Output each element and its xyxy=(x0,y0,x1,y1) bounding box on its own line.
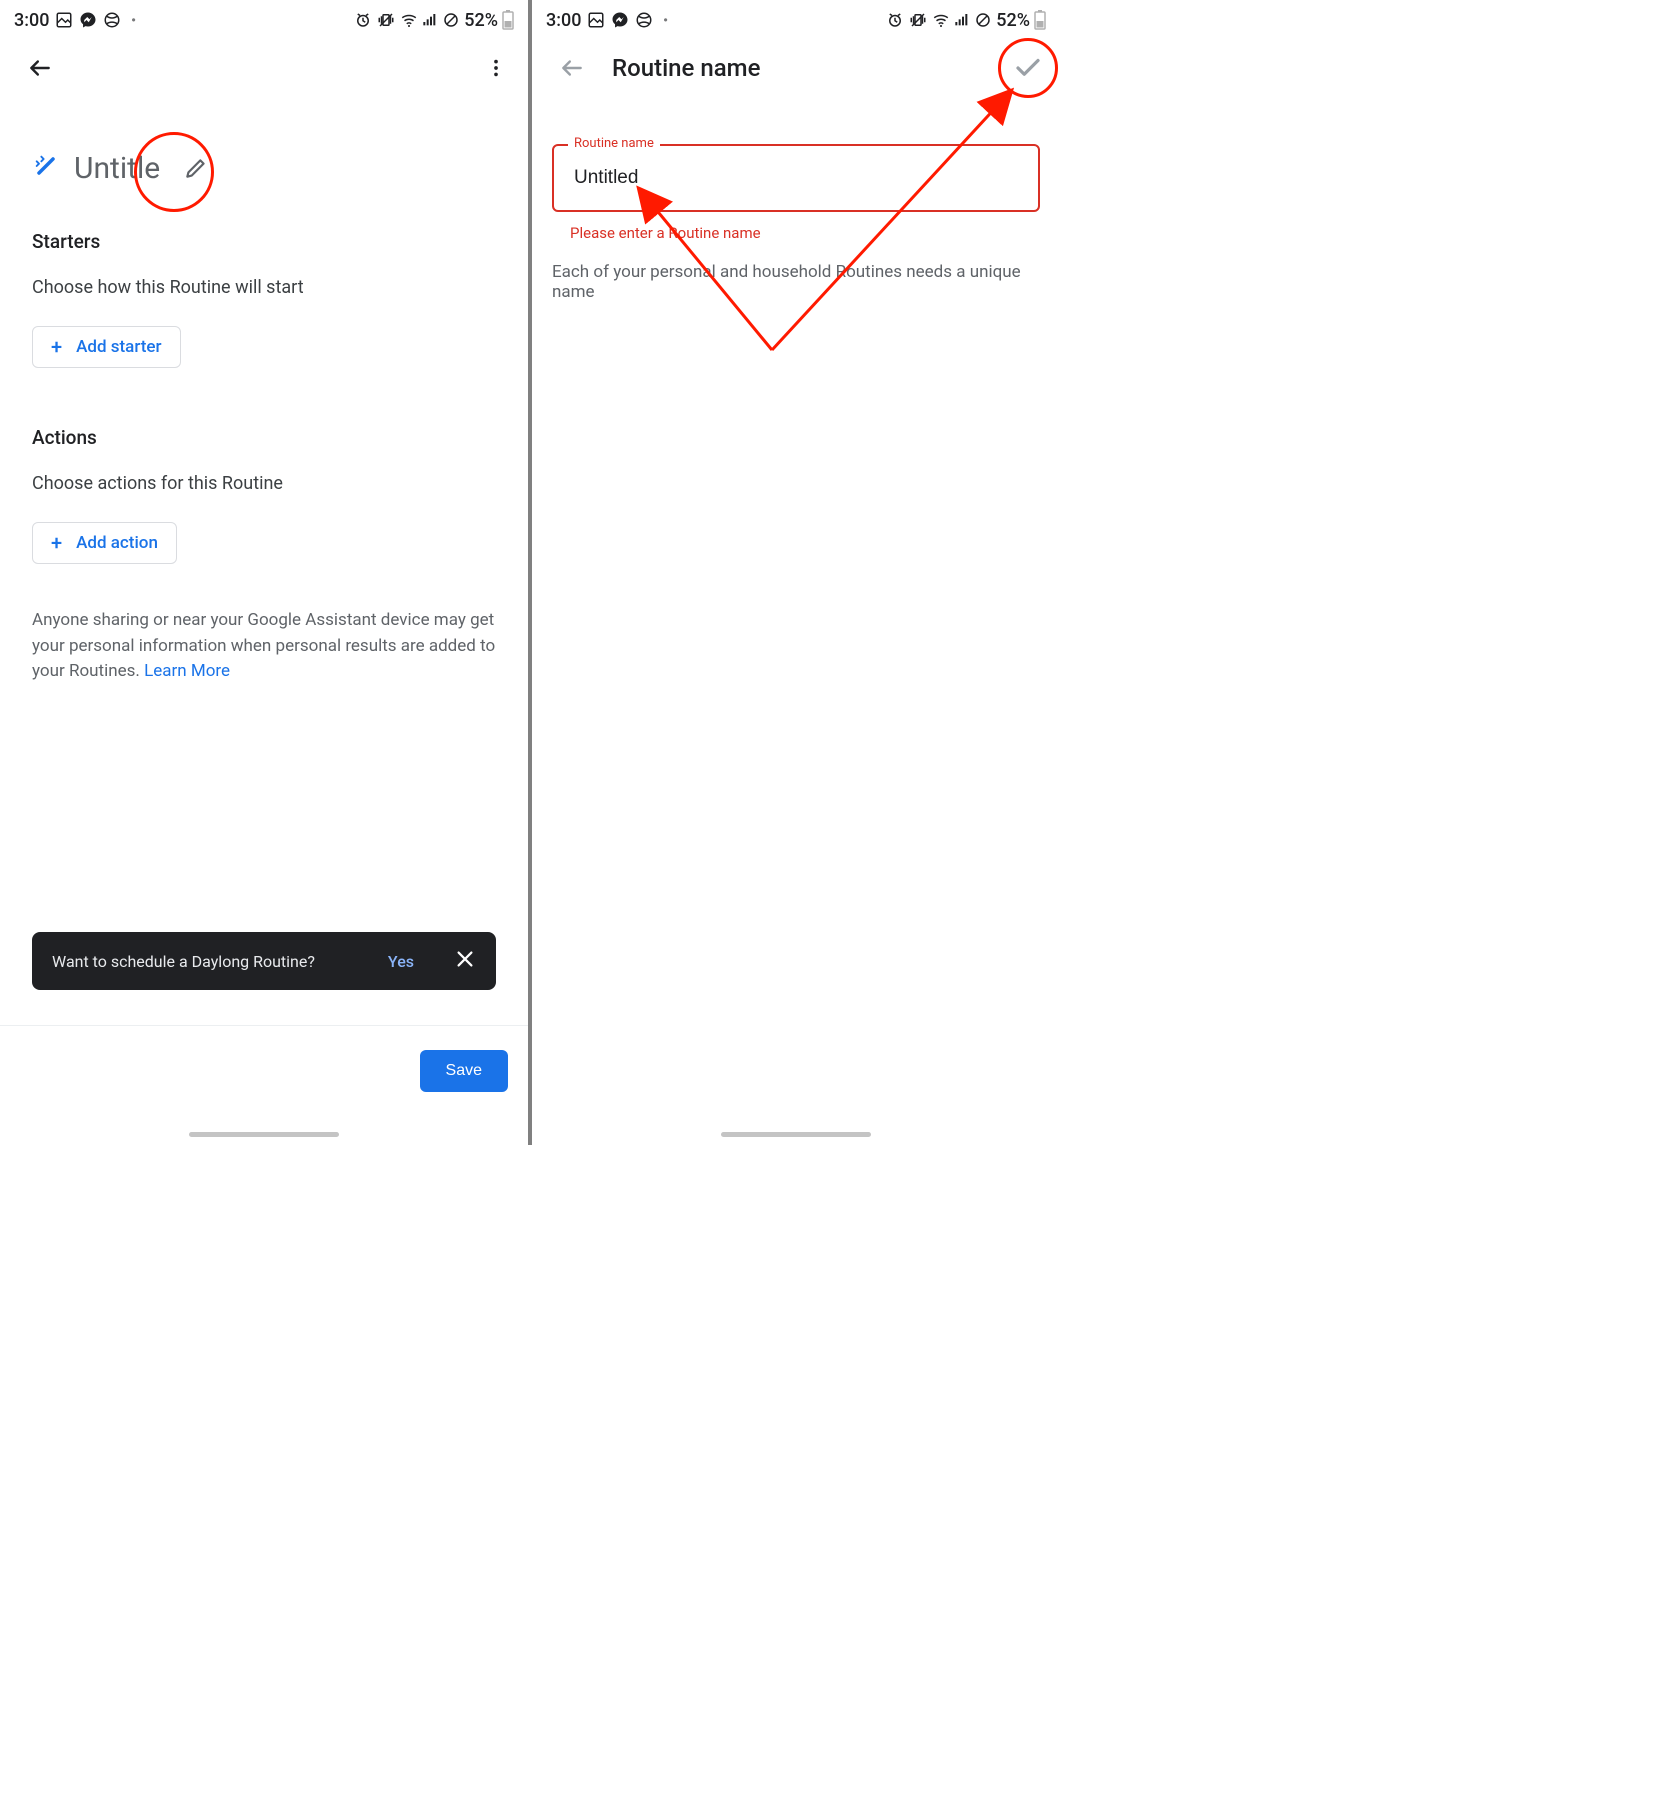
routine-name-input[interactable] xyxy=(572,166,1020,190)
status-battery-pct: 52% xyxy=(996,10,1030,31)
save-button[interactable]: Save xyxy=(420,1050,508,1092)
add-action-label: Add action xyxy=(76,533,158,553)
status-dot-icon: • xyxy=(663,13,667,27)
routine-title-text: Untitle xyxy=(74,151,160,186)
toast-close-button[interactable] xyxy=(454,948,476,974)
toast-yes-button[interactable]: Yes xyxy=(388,952,414,971)
plus-icon: + xyxy=(51,337,62,357)
battery-icon xyxy=(1034,10,1046,30)
daylong-toast: Want to schedule a Daylong Routine? Yes xyxy=(32,932,496,990)
learn-more-link[interactable]: Learn More xyxy=(144,661,230,681)
back-arrow-icon xyxy=(559,55,585,81)
vibrate-mute-icon xyxy=(908,11,928,29)
magic-wand-icon xyxy=(32,152,60,184)
nav-handle[interactable] xyxy=(189,1132,339,1137)
status-bar: 3:00 • xyxy=(532,0,1060,40)
wifi-icon xyxy=(932,11,950,29)
screen-rename-routine: 3:00 • xyxy=(532,0,1060,1145)
pencil-icon xyxy=(183,155,209,181)
field-error-text: Please enter a Routine name xyxy=(552,216,1040,242)
vibrate-mute-icon xyxy=(376,11,396,29)
nav-handle[interactable] xyxy=(721,1132,871,1137)
no-location-icon xyxy=(442,11,460,29)
add-action-button[interactable]: + Add action xyxy=(32,522,177,564)
edit-title-button[interactable] xyxy=(174,146,218,190)
appbar: Routine name xyxy=(532,40,1060,96)
starters-heading: Starters xyxy=(32,230,496,253)
routine-title-row: Untitle xyxy=(32,146,496,190)
more-vert-icon xyxy=(485,57,507,79)
confirm-button[interactable] xyxy=(1006,46,1050,90)
bottom-bar: Save xyxy=(0,1025,528,1145)
overflow-menu-button[interactable] xyxy=(474,46,518,90)
starters-description: Choose how this Routine will start xyxy=(32,277,496,298)
add-starter-label: Add starter xyxy=(76,337,161,357)
gallery-icon xyxy=(55,11,73,29)
signal-icon xyxy=(422,12,438,28)
checkmark-icon xyxy=(1013,53,1043,83)
back-button[interactable] xyxy=(550,46,594,90)
appbar-title: Routine name xyxy=(612,54,760,82)
status-dot-icon: • xyxy=(131,13,135,27)
alarm-icon xyxy=(886,11,904,29)
messenger-icon xyxy=(79,11,97,29)
screen-routine-editor: 3:00 • xyxy=(0,0,528,1145)
toast-message: Want to schedule a Daylong Routine? xyxy=(52,952,315,971)
back-arrow-icon xyxy=(27,55,53,81)
field-label: Routine name xyxy=(568,136,660,151)
no-location-icon xyxy=(974,11,992,29)
messenger-icon xyxy=(611,11,629,29)
actions-heading: Actions xyxy=(32,426,496,449)
status-time: 3:00 xyxy=(14,10,49,31)
two-screen-container: 3:00 • xyxy=(0,0,1060,1145)
status-bar: 3:00 • xyxy=(0,0,528,40)
routine-name-field[interactable]: Routine name xyxy=(552,144,1040,212)
add-starter-button[interactable]: + Add starter xyxy=(32,326,181,368)
status-battery-pct: 52% xyxy=(464,10,498,31)
wifi-icon xyxy=(400,11,418,29)
signal-icon xyxy=(954,12,970,28)
plus-icon: + xyxy=(51,533,62,553)
privacy-info-body: Anyone sharing or near your Google Assis… xyxy=(32,610,495,681)
actions-description: Choose actions for this Routine xyxy=(32,473,496,494)
privacy-info-text: Anyone sharing or near your Google Assis… xyxy=(32,608,496,685)
status-time: 3:00 xyxy=(546,10,581,31)
back-button[interactable] xyxy=(18,46,62,90)
sports-icon xyxy=(103,11,121,29)
alarm-icon xyxy=(354,11,372,29)
field-hint-text: Each of your personal and household Rout… xyxy=(552,242,1040,302)
appbar xyxy=(0,40,528,96)
sports-icon xyxy=(635,11,653,29)
gallery-icon xyxy=(587,11,605,29)
close-icon xyxy=(454,948,476,970)
battery-icon xyxy=(502,10,514,30)
